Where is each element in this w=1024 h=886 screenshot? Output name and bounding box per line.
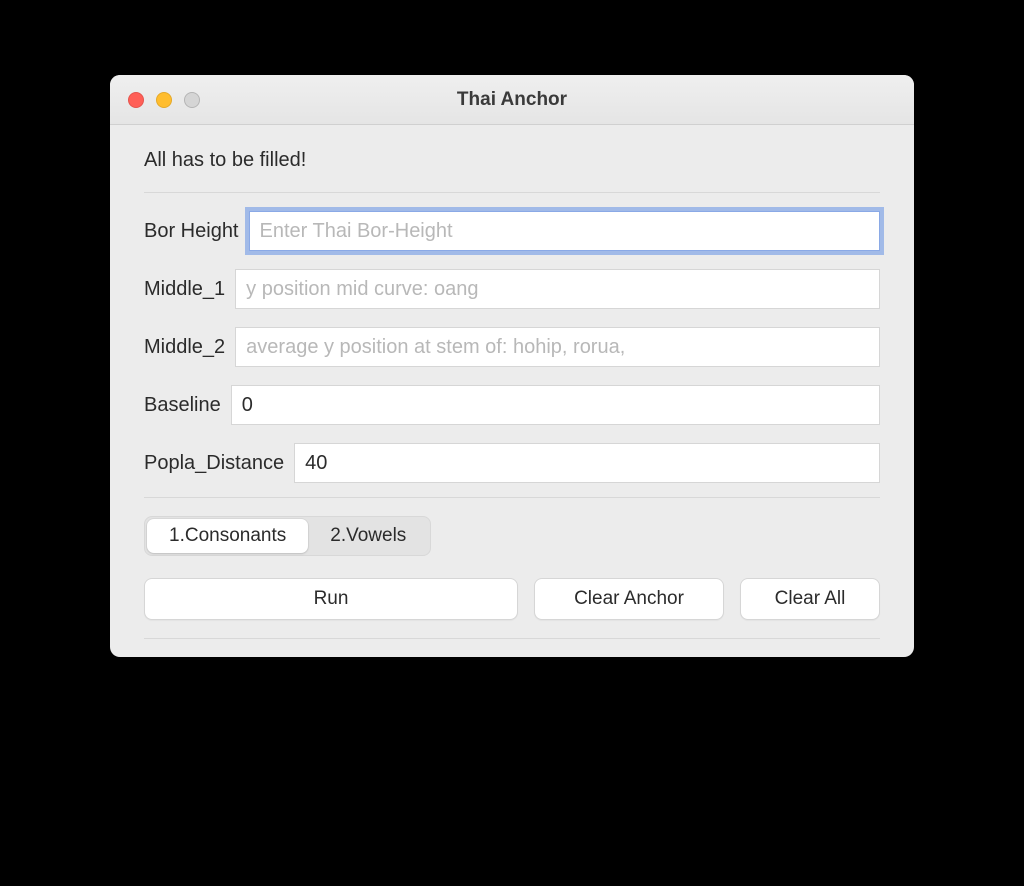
middle-2-label: Middle_2 [144,336,225,359]
divider [144,497,880,498]
button-row: Run Clear Anchor Clear All [144,578,880,620]
bor-height-input[interactable] [249,211,881,251]
divider [144,192,880,193]
baseline-input[interactable] [231,385,880,425]
close-icon[interactable] [128,92,144,108]
clear-anchor-button[interactable]: Clear Anchor [534,578,724,620]
window: Thai Anchor All has to be filled! Bor He… [110,75,914,657]
run-button[interactable]: Run [144,578,518,620]
segmented-control: 1.Consonants 2.Vowels [144,516,431,556]
maximize-icon[interactable] [184,92,200,108]
middle-1-input[interactable] [235,269,880,309]
tab-vowels[interactable]: 2.Vowels [308,519,428,553]
window-title: Thai Anchor [110,89,914,111]
middle-2-input[interactable] [235,327,880,367]
field-row-popla-distance: Popla_Distance [144,443,880,483]
field-row-bor-height: Bor Height [144,211,880,251]
field-row-middle-2: Middle_2 [144,327,880,367]
bor-height-label: Bor Height [144,220,239,243]
tab-consonants[interactable]: 1.Consonants [147,519,308,553]
minimize-icon[interactable] [156,92,172,108]
field-row-baseline: Baseline [144,385,880,425]
divider [144,638,880,639]
traffic-lights [110,92,200,108]
clear-all-button[interactable]: Clear All [740,578,880,620]
field-row-middle-1: Middle_1 [144,269,880,309]
form-heading: All has to be filled! [144,149,880,172]
popla-distance-label: Popla_Distance [144,452,284,475]
titlebar: Thai Anchor [110,75,914,125]
popla-distance-input[interactable] [294,443,880,483]
baseline-label: Baseline [144,394,221,417]
middle-1-label: Middle_1 [144,278,225,301]
content: All has to be filled! Bor Height Middle_… [110,125,914,657]
